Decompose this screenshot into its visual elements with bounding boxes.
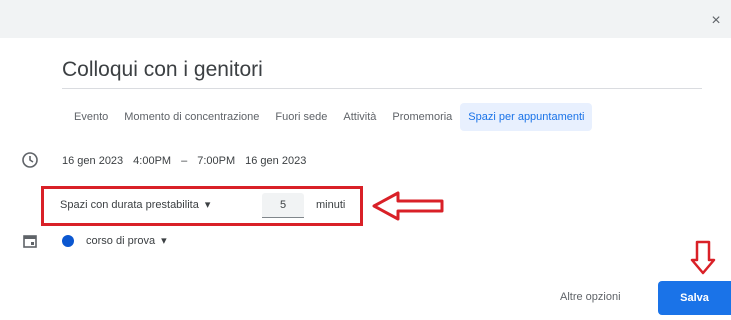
slot-duration-input[interactable] — [262, 193, 304, 218]
dialog-header-bar: × — [0, 0, 731, 38]
calendar-color-dot — [62, 234, 74, 247]
event-datetime: 16 gen 2023 4:00PM – 7:00PM 16 gen 2023 — [62, 155, 306, 167]
event-title-input[interactable]: Colloqui con i genitori — [62, 58, 702, 89]
tab-momento-di-concentrazione[interactable]: Momento di concentrazione — [116, 103, 267, 131]
chevron-down-icon: ▾ — [161, 235, 167, 247]
close-icon[interactable]: × — [705, 10, 727, 32]
tab-promemoria[interactable]: Promemoria — [384, 103, 460, 131]
more-options-button[interactable]: Altre opzioni — [560, 291, 621, 303]
datetime-separator: – — [181, 155, 188, 167]
tab-spazi-per-appuntamenti[interactable]: Spazi per appuntamenti — [460, 103, 593, 131]
tab-fuori-sede[interactable]: Fuori sede — [267, 103, 335, 131]
end-date[interactable]: 16 gen 2023 — [245, 155, 306, 167]
annotation-arrow-left-icon — [372, 191, 444, 221]
slot-duration-type-label: Spazi con durata prestabilita — [60, 198, 199, 211]
end-time[interactable]: 7:00PM — [197, 155, 235, 167]
slot-duration-type-dropdown[interactable]: Spazi con durata prestabilita ▾ — [60, 198, 211, 212]
annotation-arrow-down-icon — [690, 240, 716, 275]
calendar-dropdown[interactable]: corso di prova ▾ — [62, 234, 167, 247]
chevron-down-icon: ▾ — [204, 199, 211, 211]
start-date[interactable]: 16 gen 2023 — [62, 155, 123, 167]
calendar-name: corso di prova — [86, 234, 156, 247]
slot-duration-unit: minuti — [316, 199, 346, 211]
clock-icon — [21, 151, 39, 169]
event-type-tabs: Evento Momento di concentrazione Fuori s… — [66, 102, 593, 132]
tab-attivita[interactable]: Attività — [335, 103, 384, 131]
start-time[interactable]: 4:00PM — [133, 155, 171, 167]
tab-evento[interactable]: Evento — [66, 103, 116, 131]
calendar-icon — [21, 232, 39, 250]
save-button[interactable]: Salva — [658, 281, 731, 315]
